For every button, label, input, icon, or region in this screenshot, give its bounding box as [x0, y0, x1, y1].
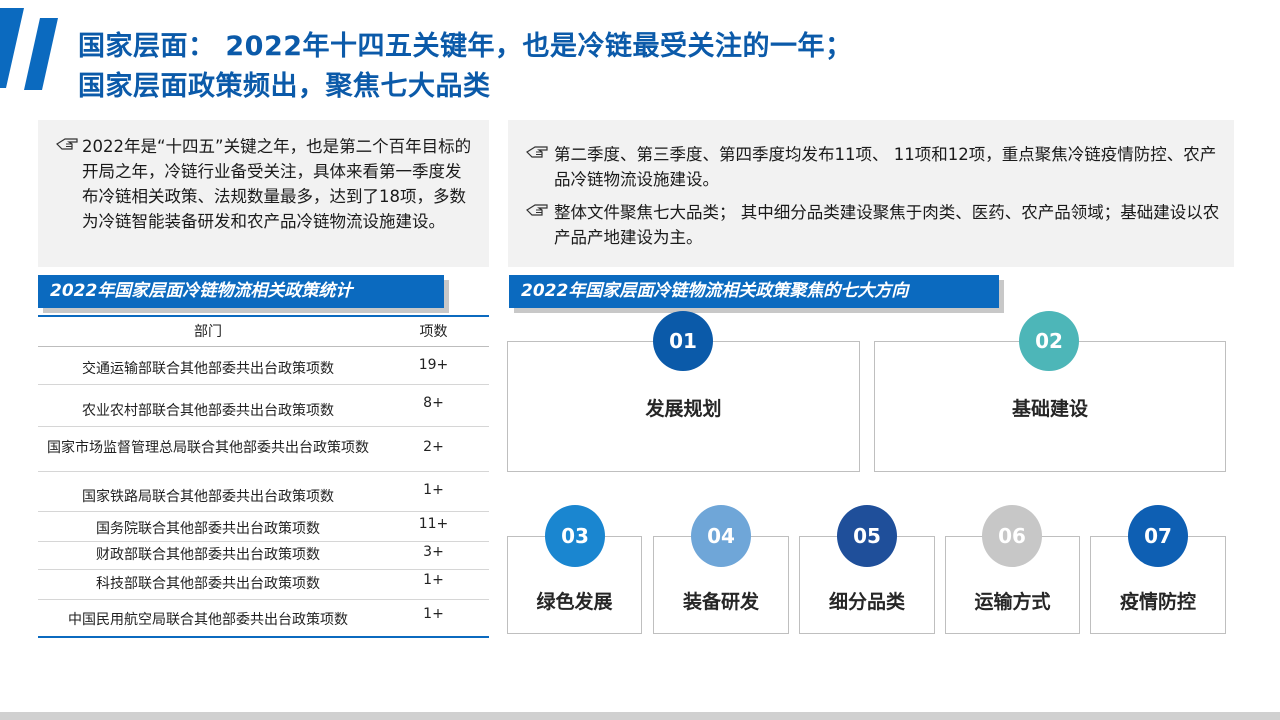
- direction-label: 基础建设: [1011, 398, 1088, 420]
- direction-number-03: 03: [545, 505, 605, 567]
- table-cell-dept: 国家铁路局联合其他部委共出台政策项数: [38, 471, 378, 512]
- table-cell-dept: 农业农村部联合其他部委共出台政策项数: [38, 384, 378, 427]
- direction-label: 疫情防控: [1119, 591, 1196, 613]
- table-row: 科技部联合其他部委共出台政策项数 1+: [38, 569, 489, 600]
- table-row: 农业农村部联合其他部委共出台政策项数 8+: [38, 384, 489, 427]
- intro-right-text-2: 整体文件聚焦七大品类； 其中细分品类建设聚焦于肉类、医药、农产品领域；基础建设以…: [554, 203, 1220, 247]
- table-cell-dept: 科技部联合其他部委共出台政策项数: [38, 569, 378, 600]
- directions-section-header: 2022年国家层面冷链物流相关政策聚焦的七大方向: [509, 275, 1004, 313]
- table-cell-dept: 中国民用航空局联合其他部委共出台政策项数: [38, 599, 378, 638]
- direction-label: 运输方式: [974, 591, 1051, 613]
- table-row: 交通运输部联合其他部委共出台政策项数 19+: [38, 346, 489, 385]
- table-cell-count: 11+: [378, 511, 489, 542]
- table-row: 国务院联合其他部委共出台政策项数 11+: [38, 511, 489, 542]
- table-row: 国家市场监督管理总局联合其他部委共出台政策项数 2+: [38, 426, 489, 472]
- intro-left-text: 2022年是“十四五”关键之年，也是第二个百年目标的开局之年，冷链行业备受关注，…: [82, 137, 472, 231]
- table-cell-count: 1+: [378, 569, 489, 600]
- title-line-2: 国家层面政策频出，聚焦七大品类: [78, 71, 491, 102]
- footer-band: [0, 712, 1280, 720]
- intro-right-box: 第二季度、第三季度、第四季度均发布11项、 11项和12项，重点聚焦冷链疫情防控…: [508, 120, 1234, 267]
- table-section-title: 2022年国家层面冷链物流相关政策统计: [50, 281, 353, 301]
- table-row: 国家铁路局联合其他部委共出台政策项数 1+: [38, 471, 489, 512]
- intro-left-bullet: 2022年是“十四五”关键之年，也是第二个百年目标的开局之年，冷链行业备受关注，…: [56, 134, 475, 234]
- direction-number-04: 04: [691, 505, 751, 567]
- intro-left-box: 2022年是“十四五”关键之年，也是第二个百年目标的开局之年，冷链行业备受关注，…: [38, 120, 489, 267]
- table-cell-count: 1+: [378, 471, 489, 512]
- table-cell-dept: 国务院联合其他部委共出台政策项数: [38, 511, 378, 542]
- table-header-row: 部门 项数: [38, 315, 489, 347]
- table-cell-count: 2+: [378, 426, 489, 472]
- table-cell-count: 1+: [378, 599, 489, 638]
- direction-label: 细分品类: [828, 591, 905, 613]
- table-cell-dept: 财政部联合其他部委共出台政策项数: [38, 541, 378, 570]
- intro-right-bullet-1: 第二季度、第三季度、第四季度均发布11项、 11项和12项，重点聚焦冷链疫情防控…: [526, 142, 1220, 192]
- pointing-hand-icon: [56, 138, 78, 150]
- direction-number-07: 07: [1128, 505, 1188, 567]
- direction-label: 绿色发展: [536, 591, 613, 613]
- direction-number-02: 02: [1019, 311, 1079, 371]
- table-row: 财政部联合其他部委共出台政策项数 3+: [38, 541, 489, 570]
- table-header-count: 项数: [378, 315, 489, 347]
- direction-label: 装备研发: [682, 591, 759, 613]
- directions-section-title: 2022年国家层面冷链物流相关政策聚焦的七大方向: [521, 281, 909, 301]
- page-title: 国家层面： 2022年十四五关键年，也是冷链最受关注的一年； 国家层面政策频出，…: [78, 27, 1258, 107]
- direction-number-06: 06: [982, 505, 1042, 567]
- pointing-hand-icon: [526, 146, 548, 158]
- direction-number-01: 01: [653, 311, 713, 371]
- pointing-hand-icon: [526, 204, 548, 216]
- direction-label: 发展规划: [645, 398, 722, 420]
- table-cell-dept: 交通运输部联合其他部委共出台政策项数: [38, 346, 378, 385]
- policy-stats-table: 部门 项数 交通运输部联合其他部委共出台政策项数 19+ 农业农村部联合其他部委…: [38, 315, 489, 638]
- table-cell-count: 8+: [378, 384, 489, 427]
- table-cell-count: 3+: [378, 541, 489, 570]
- table-row: 中国民用航空局联合其他部委共出台政策项数 1+: [38, 599, 489, 638]
- table-header-dept: 部门: [38, 315, 378, 347]
- table-section-header: 2022年国家层面冷链物流相关政策统计: [38, 275, 449, 313]
- table-cell-dept: 国家市场监督管理总局联合其他部委共出台政策项数: [38, 426, 378, 472]
- intro-right-text-1: 第二季度、第三季度、第四季度均发布11项、 11项和12项，重点聚焦冷链疫情防控…: [554, 145, 1217, 189]
- table-cell-count: 19+: [378, 346, 489, 385]
- direction-number-05: 05: [837, 505, 897, 567]
- diagonal-stripes-icon: [0, 8, 58, 90]
- intro-right-bullet-2: 整体文件聚焦七大品类； 其中细分品类建设聚焦于肉类、医药、农产品领域；基础建设以…: [526, 200, 1220, 250]
- title-line-1: 国家层面： 2022年十四五关键年，也是冷链最受关注的一年；: [78, 31, 853, 62]
